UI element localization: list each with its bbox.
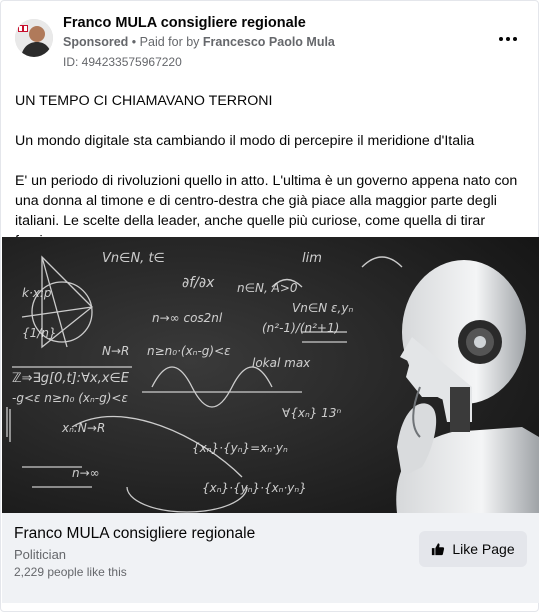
svg-text:Vn∈N ε,yₙ: Vn∈N ε,yₙ [292, 301, 353, 315]
ad-id: ID: 494233575967220 [63, 55, 182, 69]
svg-text:n→∞ cos2nl: n→∞ cos2nl [152, 311, 223, 325]
ad-card: Franco MULA consigliere regionale Sponso… [0, 0, 539, 612]
page-category: Politician [14, 547, 67, 562]
svg-text:(n²-1)/(n²+1): (n²-1)/(n²+1) [262, 321, 339, 335]
svg-text:∀{xₙ} 13ⁿ: ∀{xₙ} 13ⁿ [282, 406, 341, 420]
svg-text:{xₙ}·{yₙ}·{xₙ·yₙ}: {xₙ}·{yₙ}·{xₙ·yₙ} [202, 481, 307, 495]
post-headline: UN TEMPO CI CHIAMAVANO TERRONI [15, 93, 273, 109]
post-header: Franco MULA consigliere regionale Sponso… [15, 13, 524, 73]
svg-text:∂f/∂x: ∂f/∂x [182, 275, 215, 291]
like-page-button[interactable]: Like Page [419, 531, 527, 567]
svg-text:lokal max: lokal max [252, 356, 311, 370]
svg-text:N→R: N→R [102, 344, 129, 358]
more-horizontal-icon[interactable] [496, 29, 520, 49]
svg-text:n→∞: n→∞ [72, 466, 100, 480]
post-paragraph: Un mondo digitale sta cambiando il modo … [15, 133, 475, 149]
thumbs-up-icon [432, 543, 445, 556]
paid-for-prefix: Paid for by [139, 35, 200, 49]
page-footer: Franco MULA consigliere regionale Politi… [2, 513, 539, 603]
svg-text:xₙ:N→R: xₙ:N→R [61, 421, 105, 435]
svg-text:-g<ε n≥n₀ (xₙ-g)<ε: -g<ε n≥n₀ (xₙ-g)<ε [12, 391, 128, 405]
paid-by-name: Francesco Paolo Mula [202, 35, 335, 49]
sponsored-label: Sponsored [63, 35, 129, 49]
footer-page-name[interactable]: Franco MULA consigliere regionale [14, 525, 255, 543]
page-avatar[interactable] [15, 19, 53, 57]
separator: • [131, 35, 137, 49]
sponsored-line: Sponsored • Paid for by Francesco Paolo … [63, 35, 335, 49]
svg-text:k·x:p: k·x:p [22, 286, 52, 300]
post-image[interactable]: Vn∈N, t∈ ∂f/∂x n∈N, A>0 lim n→∞ cos2nl N… [2, 237, 539, 513]
svg-text:{1/n}: {1/n} [22, 326, 57, 340]
page-name[interactable]: Franco MULA consigliere regionale [63, 15, 306, 31]
svg-text:lim: lim [302, 251, 322, 266]
svg-text:Vn∈N, t∈: Vn∈N, t∈ [102, 251, 165, 266]
svg-text:{xₙ}·{yₙ}=xₙ·yₙ: {xₙ}·{yₙ}=xₙ·yₙ [192, 441, 288, 455]
svg-text:ℤ⇒∃g[0,t]:∀x,x∈E: ℤ⇒∃g[0,t]:∀x,x∈E [12, 371, 130, 386]
like-page-label: Like Page [452, 541, 515, 557]
svg-text:n≥n₀·(xₙ-g)<ε: n≥n₀·(xₙ-g)<ε [147, 344, 231, 358]
svg-text:n∈N, A>0: n∈N, A>0 [237, 281, 298, 295]
page-like-count: 2,229 people like this [14, 565, 127, 579]
post-text: UN TEMPO CI CHIAMAVANO TERRONI Un mondo … [15, 91, 527, 251]
